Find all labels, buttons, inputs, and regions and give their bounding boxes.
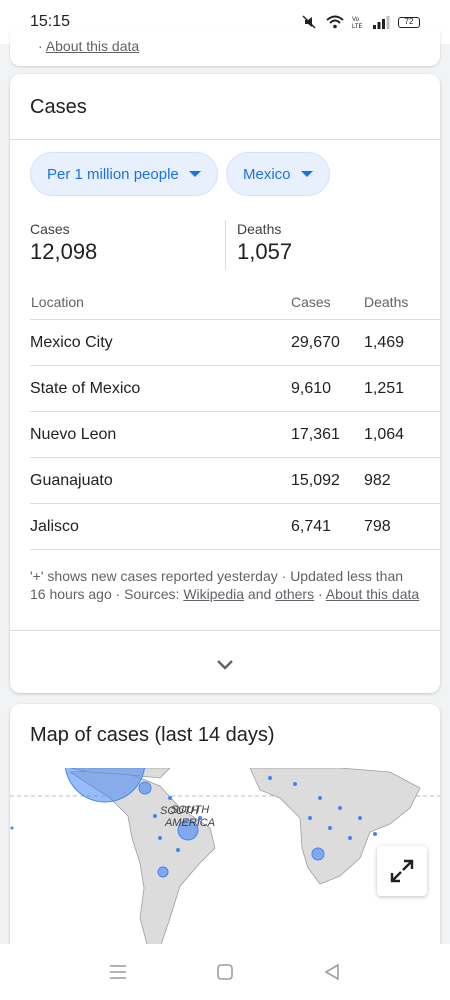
- table-row[interactable]: Jalisco 6,741 798: [30, 504, 440, 550]
- row-cases: 6,741: [291, 518, 332, 535]
- wikipedia-link[interactable]: Wikipedia: [183, 586, 244, 602]
- mute-icon: [302, 15, 316, 29]
- divider: [10, 139, 440, 140]
- cases-stat-value: 12,098: [30, 239, 98, 264]
- table-header: Location Cases Deaths: [30, 286, 440, 320]
- menu-icon[interactable]: [108, 962, 128, 982]
- signal-icon: [373, 16, 390, 29]
- map-card-title: Map of cases (last 14 days): [30, 724, 275, 746]
- deaths-stat-label: Deaths: [237, 221, 282, 237]
- footnote-sep: ·: [314, 586, 326, 602]
- per-million-chip[interactable]: Per 1 million people: [30, 152, 218, 196]
- previous-card: · About this data: [10, 30, 440, 66]
- row-location: Nuevo Leon: [30, 426, 117, 443]
- row-deaths: 1,469: [364, 334, 405, 351]
- stat-separator: [225, 220, 226, 270]
- status-time: 15:15: [30, 13, 71, 30]
- header-deaths: Deaths: [364, 294, 409, 310]
- table-row[interactable]: Nuevo Leon 17,361 1,064: [30, 412, 440, 458]
- footnote-and: and: [244, 586, 276, 602]
- system-nav-bar: [0, 944, 450, 1000]
- prev-about-link-wrap: · About this data: [38, 38, 140, 54]
- row-cases: 9,610: [291, 380, 332, 397]
- status-icons: Vo LTE 72: [300, 15, 420, 29]
- table-row[interactable]: Guanajuato 15,092 982: [30, 458, 440, 504]
- cases-card: Cases Per 1 million people Mexico Cases …: [10, 74, 440, 693]
- deaths-stat: Deaths 1,057: [237, 221, 292, 265]
- header-cases: Cases: [291, 294, 331, 310]
- fullscreen-icon: [390, 859, 414, 883]
- prev-about-link[interactable]: About this data: [46, 38, 139, 54]
- others-link[interactable]: others: [275, 586, 314, 602]
- row-location: Jalisco: [30, 518, 79, 535]
- row-deaths: 1,064: [364, 426, 405, 443]
- map-dots: [10, 776, 377, 878]
- row-cases: 29,670: [291, 334, 340, 351]
- caret-down-icon: [188, 171, 201, 177]
- cases-table: Location Cases Deaths Mexico City 29,670…: [30, 286, 440, 550]
- svg-text:LTE: LTE: [352, 24, 363, 29]
- caret-down-icon: [300, 171, 313, 177]
- chip-label: Per 1 million people: [47, 165, 179, 183]
- south-america-label: SOUTH AMERICA: [164, 804, 216, 829]
- cases-stat-label: Cases: [30, 221, 70, 237]
- cases-stat: Cases 12,098: [30, 221, 97, 265]
- cases-card-title: Cases: [30, 96, 87, 118]
- header-location: Location: [31, 294, 84, 310]
- svg-text:Vo: Vo: [352, 17, 360, 23]
- cases-map[interactable]: SOUTH SOUTH AMERICA SOUTH AMERICA: [10, 768, 440, 948]
- row-location: State of Mexico: [30, 380, 141, 397]
- wifi-icon: [326, 15, 344, 29]
- row-deaths: 1,251: [364, 380, 405, 397]
- chevron-down-icon[interactable]: [215, 654, 235, 674]
- chip-label: Mexico: [243, 165, 291, 183]
- battery-icon: 72: [398, 16, 420, 28]
- deaths-stat-value: 1,057: [237, 239, 293, 264]
- row-cases: 15,092: [291, 472, 340, 489]
- about-data-link[interactable]: About this data: [326, 586, 419, 602]
- country-chip[interactable]: Mexico: [226, 152, 330, 196]
- row-location: Guanajuato: [30, 472, 113, 489]
- row-deaths: 798: [364, 518, 391, 535]
- divider: [10, 630, 440, 631]
- back-icon[interactable]: [322, 962, 342, 982]
- fullscreen-button[interactable]: [377, 846, 427, 896]
- row-cases: 17,361: [291, 426, 340, 443]
- home-icon[interactable]: [215, 962, 235, 982]
- row-deaths: 982: [364, 472, 391, 489]
- table-row[interactable]: Mexico City 29,670 1,469: [30, 320, 440, 366]
- row-location: Mexico City: [30, 334, 113, 351]
- table-row[interactable]: State of Mexico 9,610 1,251: [30, 366, 440, 412]
- footnote: '+' shows new cases reported yesterday ·…: [30, 567, 420, 603]
- volte-icon: Vo LTE: [352, 17, 363, 29]
